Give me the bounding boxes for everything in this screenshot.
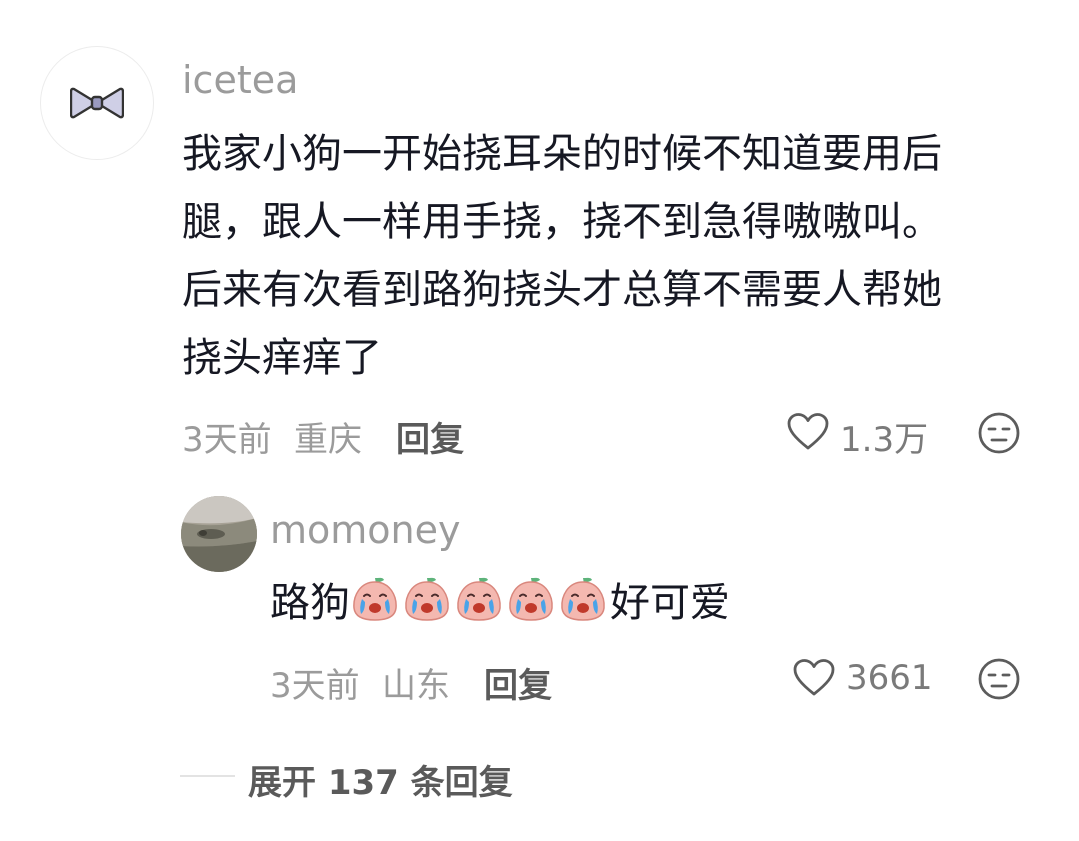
crying-peach-emoji xyxy=(405,577,449,621)
reply-text-before: 路狗 xyxy=(270,580,350,626)
reply-button[interactable]: 回复 xyxy=(396,412,464,461)
reply-avatar[interactable] xyxy=(181,496,257,572)
reply-username[interactable]: momoney xyxy=(270,508,460,552)
reply-text: 路狗 好可爱 xyxy=(270,569,730,637)
crying-peach-emoji xyxy=(561,577,605,621)
emoji-row xyxy=(350,577,610,626)
comment-text-line: 挠头痒痒了 xyxy=(182,335,382,381)
bow-tie-icon xyxy=(70,87,124,119)
heart-outline-icon[interactable] xyxy=(792,658,836,698)
avatar-photo xyxy=(181,496,257,572)
avatar[interactable] xyxy=(40,46,154,160)
neutral-face-icon[interactable] xyxy=(977,657,1021,701)
comment-text-line: 后来有次看到路狗挠头才总算不需要人帮她 xyxy=(182,267,942,313)
reply-button[interactable]: 回复 xyxy=(484,658,552,707)
comment-text-line: 腿，跟人一样用手挠，挠不到急得嗷嗷叫。 xyxy=(182,199,942,245)
reply-time: 3天前 xyxy=(270,666,360,706)
like-count: 3661 xyxy=(846,658,933,698)
comment-time: 3天前 xyxy=(182,420,272,460)
crying-peach-emoji xyxy=(509,577,553,621)
expand-replies-button[interactable]: 展开 137 条回复 xyxy=(248,755,513,804)
crying-peach-emoji xyxy=(353,577,397,621)
like-count: 1.3万 xyxy=(840,420,929,460)
crying-peach-emoji xyxy=(457,577,501,621)
comment-location: 重庆 xyxy=(294,420,362,460)
comment-text: 我家小狗一开始挠耳朵的时候不知道要用后 腿，跟人一样用手挠，挠不到急得嗷嗷叫。 … xyxy=(182,120,1042,392)
divider-line xyxy=(180,775,235,777)
reply-location: 山东 xyxy=(382,666,450,706)
reply-text-after: 好可爱 xyxy=(610,580,730,626)
comment-text-line: 我家小狗一开始挠耳朵的时候不知道要用后 xyxy=(182,131,942,177)
comment-username[interactable]: icetea xyxy=(182,58,298,102)
neutral-face-icon[interactable] xyxy=(977,411,1021,455)
heart-outline-icon[interactable] xyxy=(786,412,830,452)
